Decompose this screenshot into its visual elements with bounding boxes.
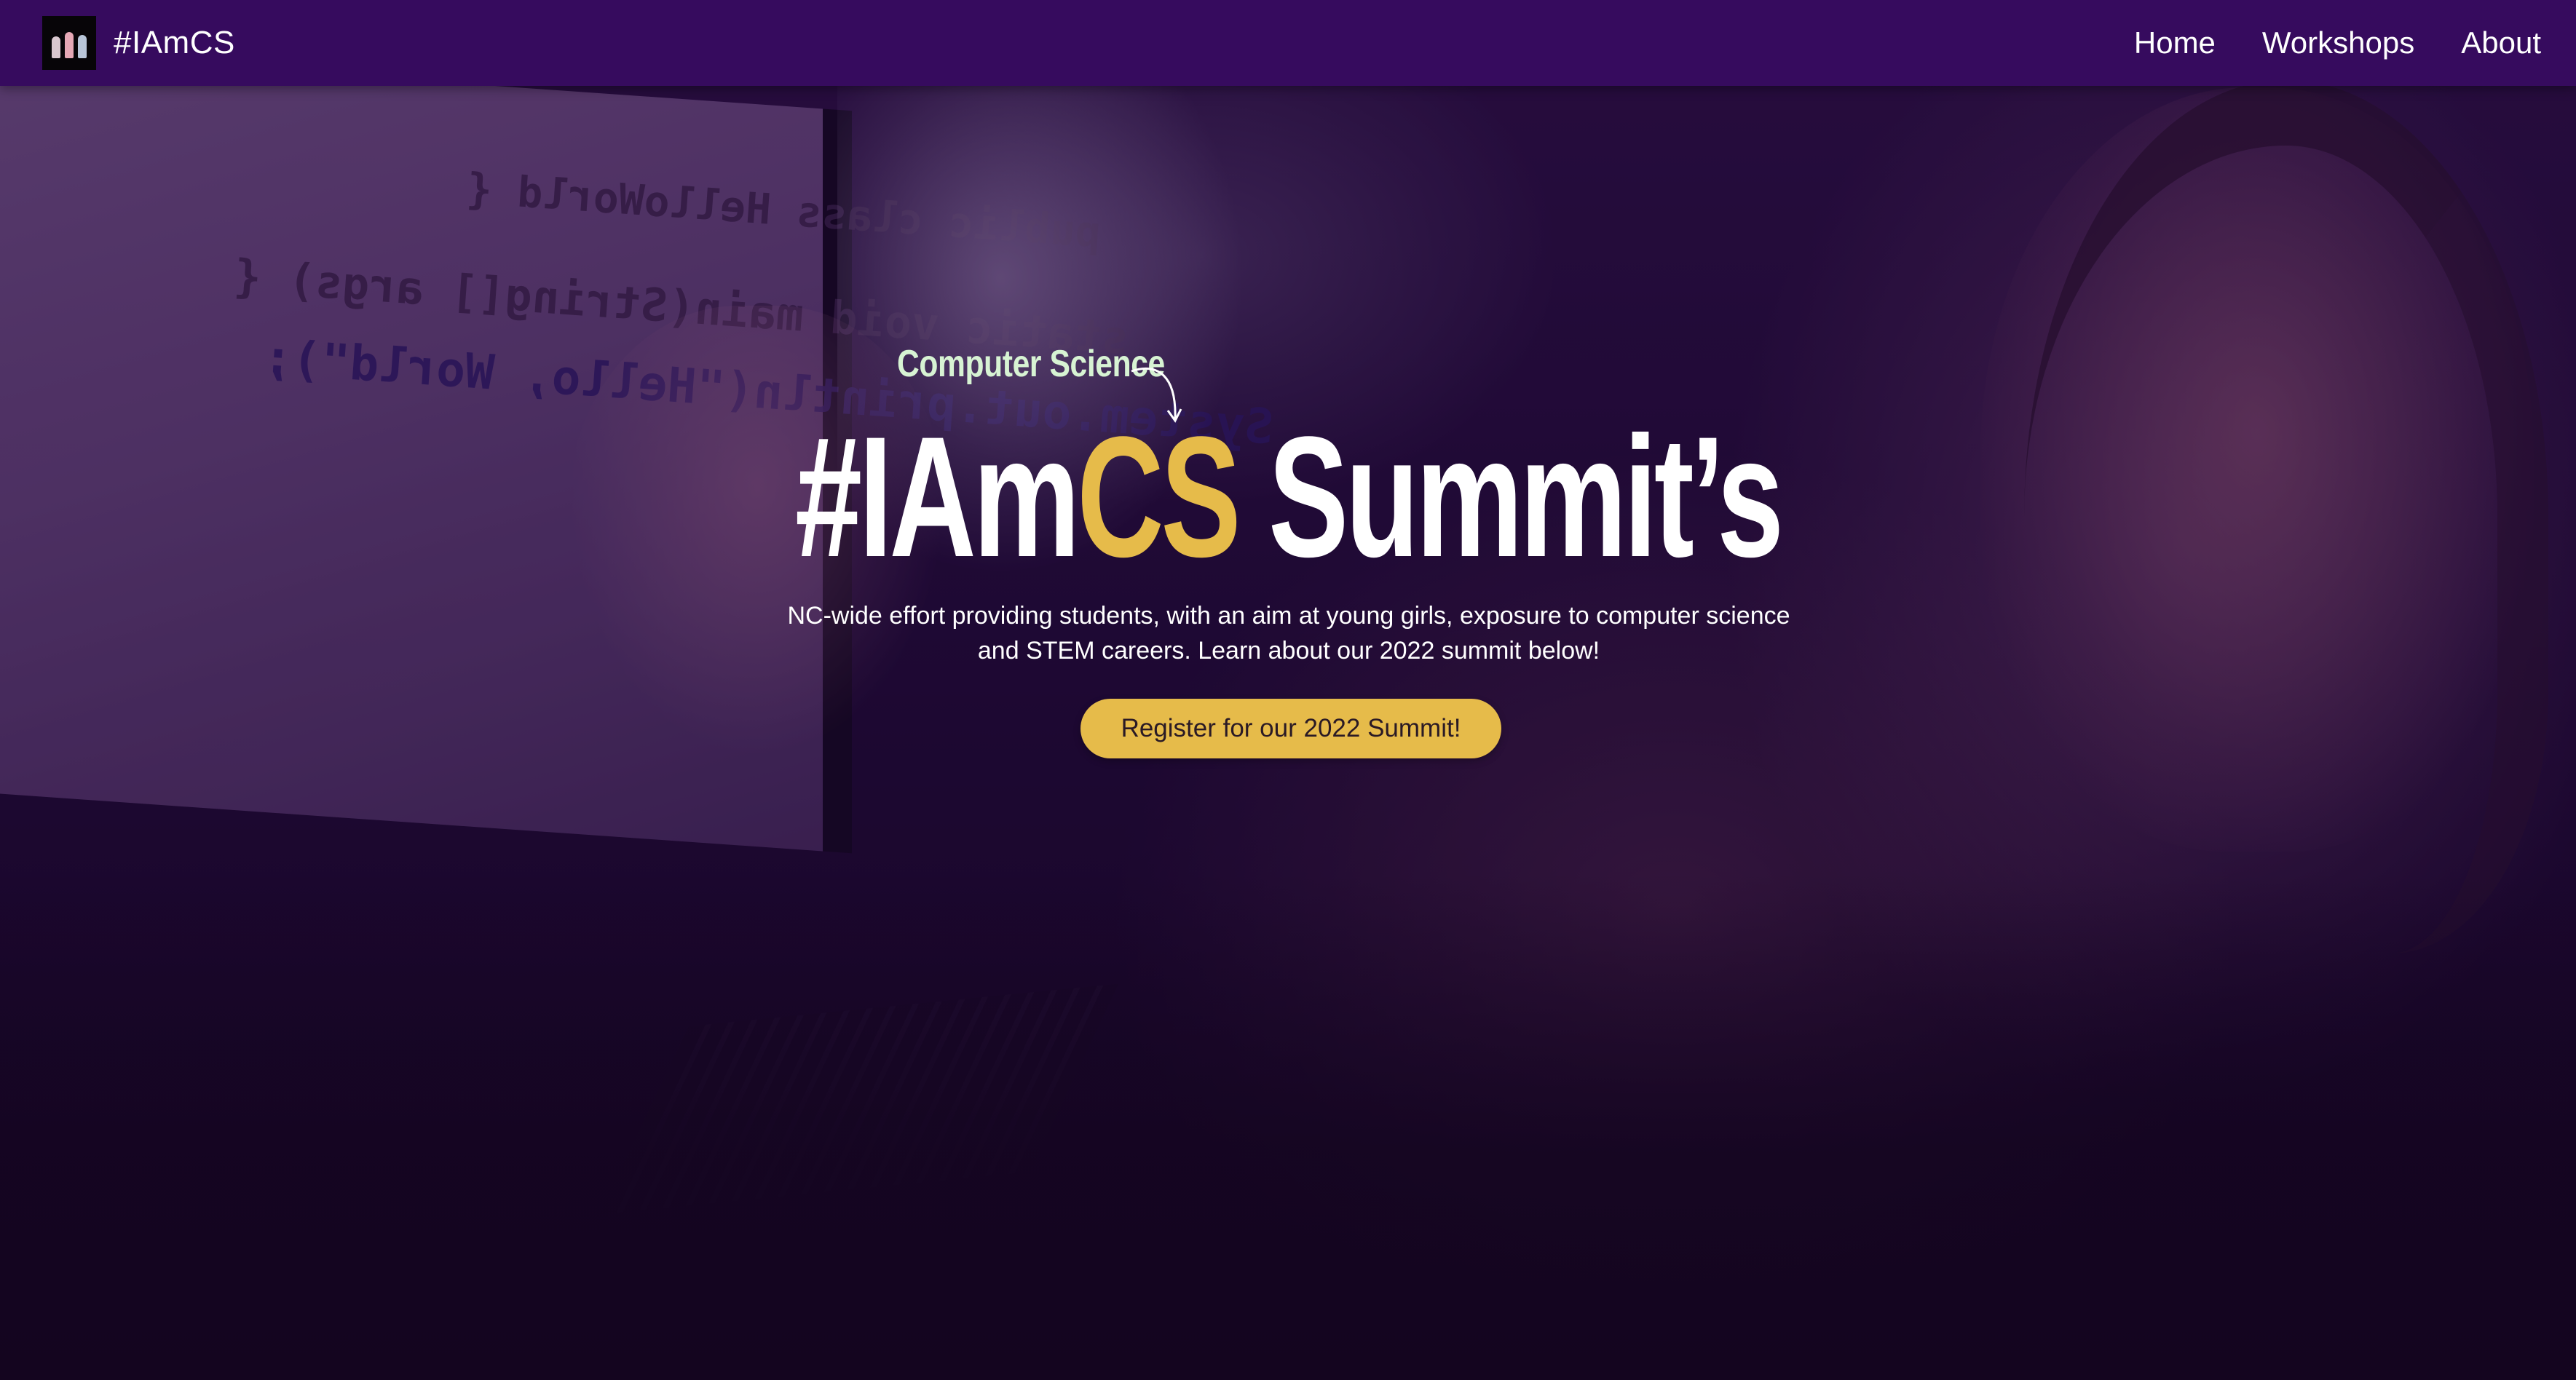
iamcs-logo-icon xyxy=(42,16,96,70)
register-button[interactable]: Register for our 2022 Summit! xyxy=(1080,699,1501,758)
brand-name: #IAmCS xyxy=(114,25,235,60)
logo-figure xyxy=(78,35,87,58)
nav-link-about[interactable]: About xyxy=(2461,25,2541,60)
brand-link[interactable]: #IAmCS xyxy=(42,0,235,86)
page: public class HelloWorld { static void ma… xyxy=(0,0,2576,1380)
nav-links: Home Workshops About xyxy=(2134,25,2541,60)
headline-part1: #IAm xyxy=(795,401,1080,593)
logo-figure xyxy=(65,32,74,58)
nav-link-home[interactable]: Home xyxy=(2134,25,2216,60)
hero-description: NC-wide effort providing students, with … xyxy=(787,602,1790,665)
navbar: #IAmCS Home Workshops About xyxy=(0,0,2576,86)
headline-accent: CS xyxy=(1077,401,1241,593)
page-title: #IAmCS Summit’s xyxy=(0,407,2576,588)
bottom-fade xyxy=(0,873,2576,1380)
eyebrow-label: Computer Science xyxy=(897,343,1165,385)
headline-part2: Summit’s xyxy=(1238,401,1784,593)
hero-background-image: public class HelloWorld { static void ma… xyxy=(0,0,2576,1380)
headline-inner: #IAmCS Summit’s xyxy=(795,407,1784,588)
nav-link-workshops[interactable]: Workshops xyxy=(2262,25,2414,60)
logo-figure xyxy=(52,36,60,58)
